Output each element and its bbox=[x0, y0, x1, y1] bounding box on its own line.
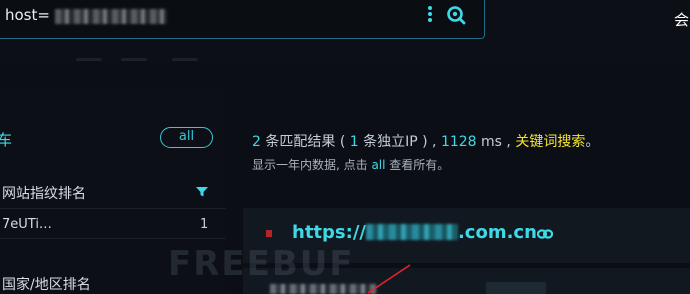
search-icon[interactable] bbox=[446, 5, 466, 25]
all-filter-button[interactable]: all bbox=[160, 127, 213, 148]
redacted-ip-value bbox=[270, 284, 376, 294]
show-all-link[interactable]: all bbox=[371, 158, 385, 172]
search-input[interactable]: host= bbox=[5, 6, 50, 24]
keyword-search-link[interactable]: 关键词搜索 bbox=[515, 134, 585, 150]
region-ranking-title: 国家/地区排名 bbox=[2, 277, 91, 293]
divider bbox=[0, 238, 226, 239]
annotation-arrow bbox=[367, 264, 411, 294]
redacted-host-value bbox=[55, 9, 167, 24]
filter-icon[interactable] bbox=[196, 187, 208, 197]
result-summary-note: 显示一年内数据, 点击 all 查看所有。 bbox=[252, 158, 450, 172]
divider bbox=[76, 58, 102, 61]
favicon-icon bbox=[266, 230, 272, 237]
divider bbox=[172, 58, 198, 61]
watermark: FREEBUF bbox=[168, 244, 355, 284]
fingerprint-item-name[interactable]: 7eUTi… bbox=[2, 217, 52, 232]
header-menu-item[interactable]: 会 bbox=[674, 9, 689, 30]
unique-ip-count: 1 bbox=[349, 134, 359, 150]
query-time: 1128 bbox=[440, 134, 477, 150]
divider bbox=[0, 208, 226, 209]
result-summary: 2 条匹配结果 ( 1 条独立IP ) , 1128 ms , 关键词搜索。 bbox=[252, 134, 600, 150]
divider bbox=[121, 58, 147, 61]
status-badge bbox=[486, 282, 546, 294]
link-icon[interactable] bbox=[537, 229, 553, 239]
search-bar[interactable]: host= bbox=[0, 0, 485, 39]
redacted-domain bbox=[365, 224, 458, 240]
fingerprint-item-count: 1 bbox=[200, 217, 209, 232]
sidebar-tab[interactable]: 车 bbox=[0, 129, 12, 150]
fingerprint-ranking-title: 网站指纹排名 bbox=[2, 186, 86, 202]
result-count: 2 bbox=[252, 134, 261, 150]
kebab-menu-icon[interactable] bbox=[425, 5, 435, 27]
result-url-link[interactable]: https://.com.cn bbox=[292, 222, 537, 243]
